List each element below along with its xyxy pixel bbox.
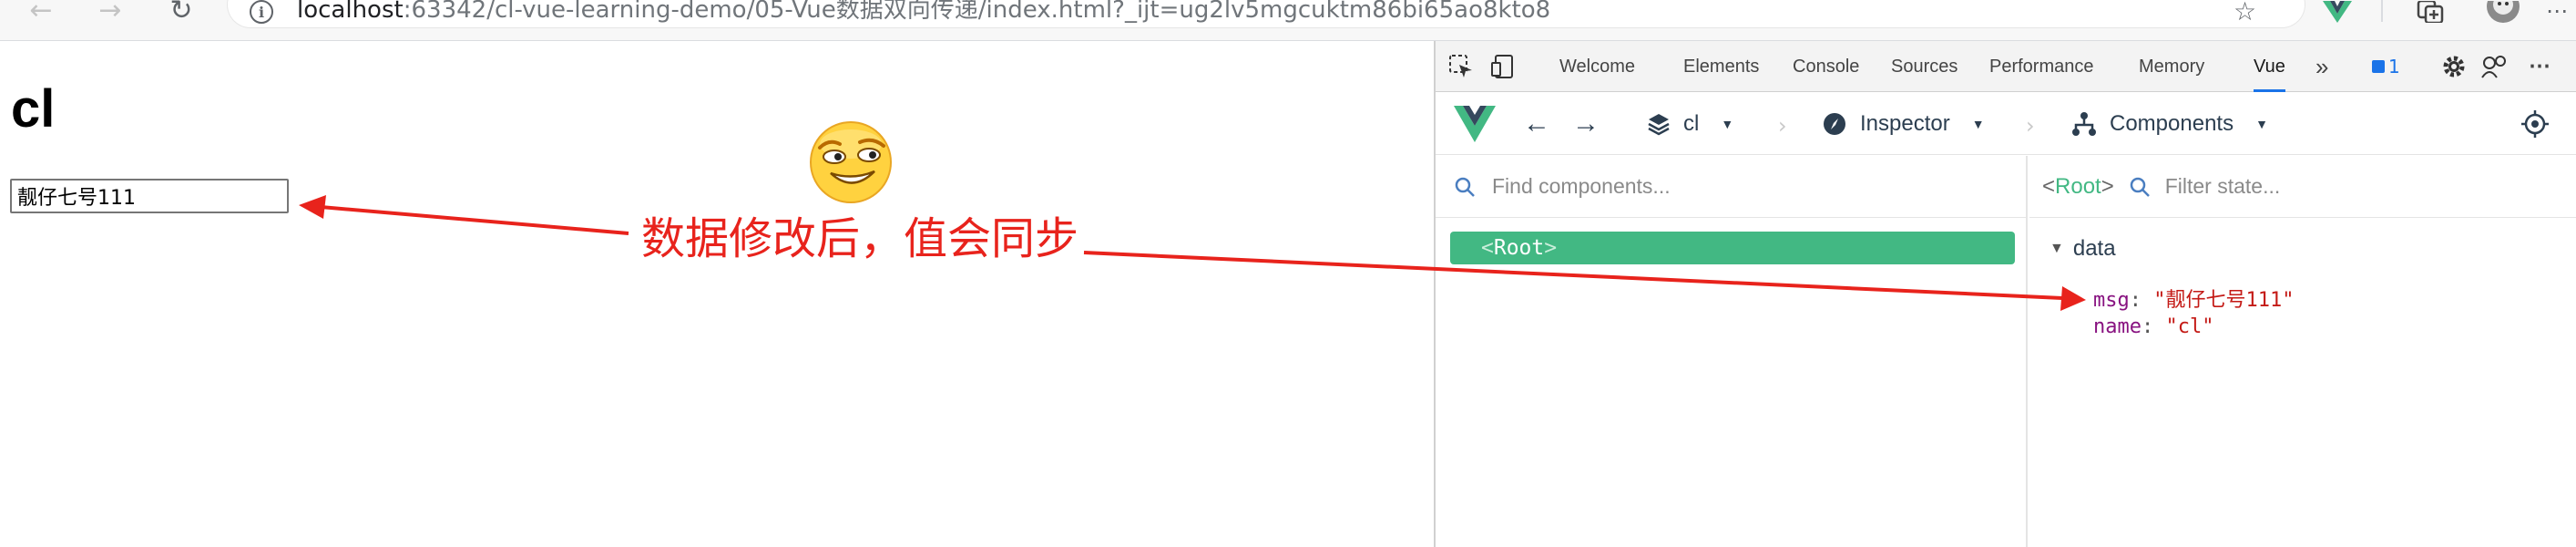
tab-vue[interactable]: Vue <box>2254 41 2285 92</box>
page-heading: cl <box>11 79 56 139</box>
component-tree-pane: <Root> <box>1436 156 2028 547</box>
tree-item-root[interactable]: <Root> <box>1450 232 2015 264</box>
issues-count: 1 <box>2388 56 2400 77</box>
inspector-selector[interactable]: Inspector ▼ <box>1822 93 1985 155</box>
arrowhead-left-icon <box>299 195 326 219</box>
tag-close-bracket: > <box>2101 173 2114 199</box>
settings-gear-icon[interactable] <box>2436 41 2472 92</box>
find-components-input[interactable] <box>1492 174 1947 199</box>
selected-component-tag: <Root> <box>2042 174 2114 200</box>
tag-open-bracket: < <box>2042 173 2056 199</box>
forward-arrow-icon[interactable]: → <box>1572 93 1600 155</box>
more-tabs-icon[interactable]: » <box>2315 41 2328 92</box>
state-row-msg[interactable]: msg: "靓仔七号111" <box>2093 284 2294 313</box>
profile-avatar[interactable] <box>2485 0 2521 24</box>
forward-button[interactable]: → <box>91 0 129 25</box>
chevron-down-icon: ▼ <box>1971 117 1985 131</box>
tree-item-root-label: Root <box>1493 236 1545 260</box>
vue-devtools-extension-icon[interactable] <box>2321 0 2354 24</box>
customize-devtools-icon[interactable] <box>2476 41 2512 92</box>
search-icon <box>1455 177 1475 197</box>
target-locate-icon[interactable] <box>2521 93 2549 155</box>
issues-button[interactable]: 1 <box>2366 54 2406 79</box>
selected-component-name: Root <box>2055 173 2101 199</box>
filter-state-input[interactable] <box>2164 174 2511 199</box>
tab-memory[interactable]: Memory <box>2139 41 2204 92</box>
search-icon <box>2130 177 2150 197</box>
info-icon[interactable]: i <box>250 0 273 24</box>
message-input[interactable] <box>10 179 289 213</box>
issue-flag-icon <box>2372 60 2385 73</box>
tab-welcome[interactable]: Welcome <box>1559 41 1635 92</box>
tag-open-bracket: < <box>1481 236 1494 260</box>
layers-icon <box>1648 114 1670 136</box>
url-path: :63342/cl-vue-learning-demo/05-Vue数据双向传递… <box>403 0 1551 24</box>
vue-devtools-toolbar: ← → cl ▼ › Inspector ▼ › Components ▼ <box>1436 93 2576 155</box>
component-tree-icon <box>2072 112 2096 136</box>
component-search <box>1436 156 2026 218</box>
inspector-label: Inspector <box>1860 111 1950 136</box>
favorite-star-icon[interactable]: ☆ <box>2234 0 2261 25</box>
arrow-to-input <box>320 205 629 235</box>
browser-toolbar: ← → ↻ i localhost:63342/cl-vue-learning-… <box>0 0 2576 41</box>
back-arrow-icon[interactable]: ← <box>1523 93 1550 155</box>
breadcrumb-separator: › <box>1778 113 1787 139</box>
devtools-tabbar: Welcome Elements Console Sources Perform… <box>1436 41 2576 92</box>
state-colon: : <box>2141 315 2166 338</box>
url-host: localhost <box>297 0 404 24</box>
data-section-label: data <box>2072 236 2116 261</box>
tab-performance[interactable]: Performance <box>1989 41 2094 92</box>
inspect-element-icon[interactable] <box>1443 41 1479 92</box>
state-filter-row: <Root> <box>2029 156 2576 218</box>
state-value: "cl" <box>2165 315 2214 338</box>
app-selector[interactable]: cl ▼ <box>1647 93 1733 155</box>
components-label: Components <box>2110 111 2234 136</box>
grinning-emoji-sticker <box>810 121 892 203</box>
tab-console[interactable]: Console <box>1793 41 1859 92</box>
toolbar-separator <box>2381 0 2383 22</box>
state-key: name <box>2093 315 2142 338</box>
tag-close-bracket: > <box>1544 236 1558 260</box>
devtools-panel: Welcome Elements Console Sources Perform… <box>1434 41 2576 547</box>
collapse-caret-icon: ▼ <box>2050 241 2064 256</box>
state-row-name[interactable]: name: "cl" <box>2093 315 2213 338</box>
tab-sources[interactable]: Sources <box>1891 41 1958 92</box>
data-section-header[interactable]: ▼ data <box>2050 236 2116 262</box>
collections-icon[interactable] <box>2414 0 2447 24</box>
components-selector[interactable]: Components ▼ <box>2071 93 2268 155</box>
address-bar[interactable]: i localhost:63342/cl-vue-learning-demo/0… <box>228 0 2305 27</box>
tab-elements[interactable]: Elements <box>1683 41 1759 92</box>
state-inspector-pane: <Root> ▼ data msg: "靓仔七号111" name: "cl" <box>2029 156 2576 547</box>
url-text[interactable]: localhost:63342/cl-vue-learning-demo/05-… <box>297 0 1550 24</box>
device-toolbar-icon[interactable] <box>1485 41 1521 92</box>
vue-logo-icon <box>1454 93 1496 155</box>
compass-icon <box>1824 113 1845 135</box>
chevron-down-icon: ▼ <box>2255 117 2268 131</box>
state-colon: : <box>2129 289 2154 312</box>
breadcrumb-separator: › <box>2026 113 2035 139</box>
state-key: msg <box>2093 289 2130 312</box>
annotation-label: 数据修改后，值会同步 <box>641 213 1079 264</box>
screen: ← → ↻ i localhost:63342/cl-vue-learning-… <box>0 0 2576 547</box>
app-selector-label: cl <box>1683 111 1700 136</box>
state-value: "靓仔七号111" <box>2153 289 2295 312</box>
devtools-menu-icon[interactable]: ⋯ <box>2529 41 2550 92</box>
more-options-icon[interactable]: ⋯ <box>2541 0 2572 22</box>
chevron-down-icon: ▼ <box>1721 117 1734 131</box>
back-button[interactable]: ← <box>22 0 60 25</box>
reload-button[interactable]: ↻ <box>162 0 200 25</box>
